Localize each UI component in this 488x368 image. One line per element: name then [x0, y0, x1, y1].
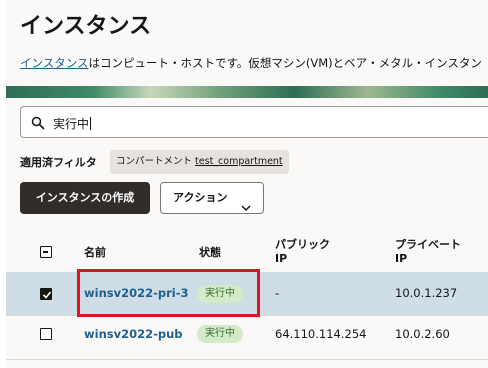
select-all-checkbox[interactable]	[40, 246, 52, 258]
column-header-private-ip-line2: IP	[395, 252, 408, 265]
public-ip-value: 64.110.114.254	[275, 327, 367, 341]
row-checkbox[interactable]	[40, 328, 52, 340]
create-instance-button[interactable]: インスタンスの作成	[20, 182, 150, 214]
search-icon	[31, 115, 45, 130]
column-header-public-ip[interactable]: パブリック IP	[275, 238, 330, 266]
column-header-public-ip-line1: パブリック	[275, 238, 330, 251]
private-ip-value: 10.0.1.237	[395, 286, 458, 300]
public-ip-value: -	[275, 286, 280, 300]
column-header-public-ip-line2: IP	[275, 252, 288, 265]
row-divider	[6, 359, 488, 360]
chevron-down-icon	[241, 194, 251, 212]
search-value: 実行中	[53, 115, 92, 132]
column-header-private-ip[interactable]: プライベート IP	[395, 238, 461, 266]
instance-name-link[interactable]: winsv2022-pub	[84, 327, 183, 341]
text-caret	[90, 117, 92, 130]
page: インスタンス インスタンスはコンピュート・ホストです。仮想マシン(VM)とベア・…	[6, 0, 488, 368]
page-title: インスタンス	[20, 14, 152, 39]
status-badge: 実行中	[197, 325, 243, 343]
column-header-name[interactable]: 名前	[84, 246, 106, 260]
applied-filters-label: 適用済フィルタ	[20, 156, 97, 169]
filter-chip-value[interactable]: test_compartment	[195, 156, 283, 167]
private-ip-value: 10.0.2.60	[395, 327, 450, 341]
actions-button-label: アクション	[173, 191, 228, 204]
description-link[interactable]: インスタンス	[20, 56, 89, 70]
actions-button[interactable]: アクション	[160, 182, 264, 214]
decorative-banner	[6, 86, 488, 98]
row-checkbox[interactable]	[40, 288, 52, 300]
column-header-state[interactable]: 状態	[199, 246, 221, 260]
annotation-highlight-box	[77, 269, 260, 317]
search-text: 実行中	[53, 117, 90, 131]
description-text: はコンピュート・ホストです。仮想マシン(VM)とベア・メタル・インスタン	[88, 56, 482, 70]
table-row[interactable]: winsv2022-pub 実行中 64.110.114.254 10.0.2.…	[6, 316, 488, 360]
filter-chip-compartment[interactable]: コンパートメント test_compartment	[110, 150, 289, 174]
column-header-private-ip-line1: プライベート	[395, 238, 461, 251]
filter-chip-key: コンパートメント	[116, 156, 193, 167]
search-input[interactable]: 実行中	[20, 106, 488, 138]
page-description: インスタンスはコンピュート・ホストです。仮想マシン(VM)とベア・メタル・インス…	[20, 55, 482, 71]
